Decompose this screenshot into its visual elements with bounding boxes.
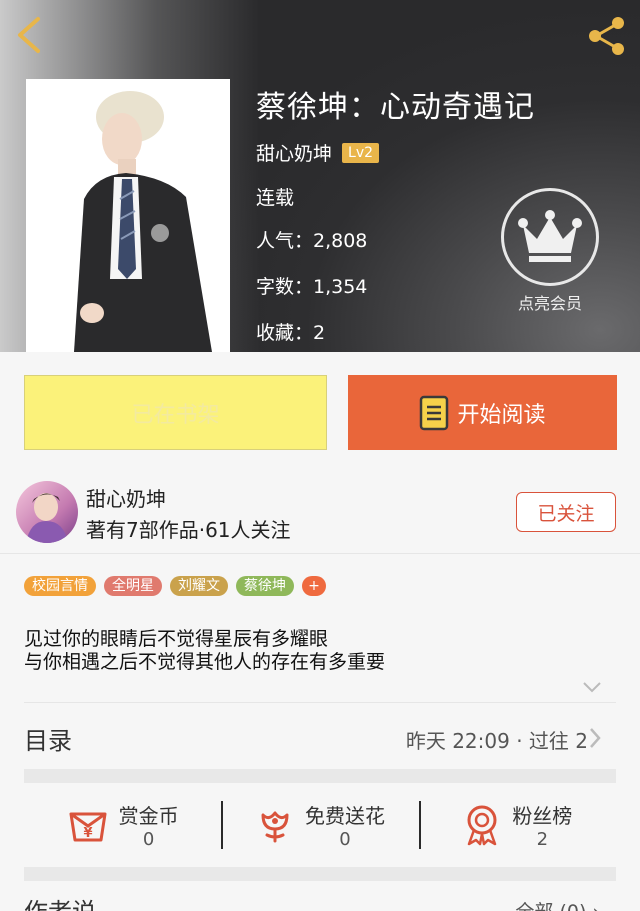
book-header: 蔡徐坤：心动奇遇记 甜心奶坤 Lv2 连载 人气：2,808 字数：1,354 …	[0, 0, 640, 352]
crown-icon	[518, 210, 582, 262]
synopsis-line: 见过你的眼睛后不觉得星辰有多耀眼	[24, 628, 329, 650]
serial-status: 连载	[256, 187, 295, 209]
svg-text:¥: ¥	[83, 826, 92, 841]
followed-button[interactable]: 已关注	[516, 492, 616, 532]
popularity-count: 人气：2,808	[256, 230, 368, 252]
medal-icon	[467, 805, 497, 846]
tag-item[interactable]: 全明星	[104, 576, 162, 596]
synopsis-line: 与你相遇之后不觉得其他人的存在有多重要	[24, 651, 386, 673]
vip-badge	[501, 188, 599, 286]
stat-value: 0	[339, 829, 351, 850]
fan-ranking-stat[interactable]: 粉丝榜 2	[418, 783, 616, 867]
share-icon	[589, 17, 624, 55]
author-name[interactable]: 甜心奶坤	[256, 139, 332, 166]
back-button[interactable]	[14, 16, 44, 54]
author-card-info: 著有7部作品·61人关注	[86, 518, 291, 542]
add-tag-button[interactable]: +	[302, 576, 326, 596]
on-shelf-button[interactable]: 已在书架	[24, 375, 327, 450]
stat-value: 2	[536, 829, 549, 850]
reward-coin-stat[interactable]: ¥ 赏金币 0	[24, 783, 221, 867]
author-says-all-link[interactable]: 全部 (0) ›	[515, 897, 600, 911]
chevron-down-icon[interactable]	[582, 680, 602, 694]
free-flower-stat[interactable]: 免费送花 0	[221, 783, 418, 867]
word-count: 字数：1,354	[256, 276, 368, 298]
synopsis: 见过你的眼睛后不觉得星辰有多耀眼 与你相遇之后不觉得其他人的存在有多重要	[24, 628, 385, 674]
reward-coin-icon: ¥	[69, 812, 107, 842]
tag-list: 校园言情 全明星 刘耀文 蔡徐坤 +	[24, 576, 326, 596]
catalog-update-info: 昨天 22:09 · 过往 2	[405, 729, 588, 753]
book-cover-image[interactable]	[26, 79, 230, 352]
stat-label: 免费送花	[304, 804, 385, 828]
tag-item[interactable]: 蔡徐坤	[236, 576, 294, 596]
section-gap	[24, 769, 616, 783]
stat-label: 粉丝榜	[512, 804, 573, 828]
stat-label: 赏金币	[118, 804, 179, 828]
share-button[interactable]	[584, 14, 628, 58]
vip-label: 点亮会员	[517, 294, 582, 313]
tag-item[interactable]: 刘耀文	[170, 576, 228, 596]
level-badge: Lv2	[342, 142, 380, 163]
tag-item[interactable]: 校园言情	[24, 576, 96, 596]
vip-button[interactable]: 点亮会员	[500, 188, 600, 314]
catalog-label: 目录	[24, 727, 72, 755]
chevron-right-icon	[590, 728, 601, 748]
book-icon	[420, 395, 449, 430]
author-card[interactable]: 甜心奶坤 著有7部作品·61人关注 已关注	[0, 470, 640, 554]
chevron-left-icon	[18, 17, 40, 53]
start-reading-button[interactable]: 开始阅读	[348, 375, 617, 450]
book-title: 蔡徐坤：心动奇遇记	[256, 90, 535, 125]
author-card-name: 甜心奶坤	[86, 487, 166, 511]
start-reading-label: 开始阅读	[457, 402, 546, 428]
stat-value: 0	[142, 829, 155, 850]
action-bar: 已在书架 开始阅读	[0, 352, 640, 470]
section-gap	[24, 867, 616, 881]
favorites-count: 收藏：2	[256, 322, 326, 344]
author-avatar[interactable]	[16, 481, 78, 543]
catalog-row[interactable]: 目录 昨天 22:09 · 过往 2	[0, 703, 640, 769]
stats-bar: ¥ 赏金币 0 免费送花 0 粉丝榜 2	[24, 783, 616, 867]
author-says-label: 作者说	[24, 892, 96, 911]
flower-icon	[261, 811, 289, 843]
author-row[interactable]: 甜心奶坤 Lv2	[256, 139, 380, 166]
